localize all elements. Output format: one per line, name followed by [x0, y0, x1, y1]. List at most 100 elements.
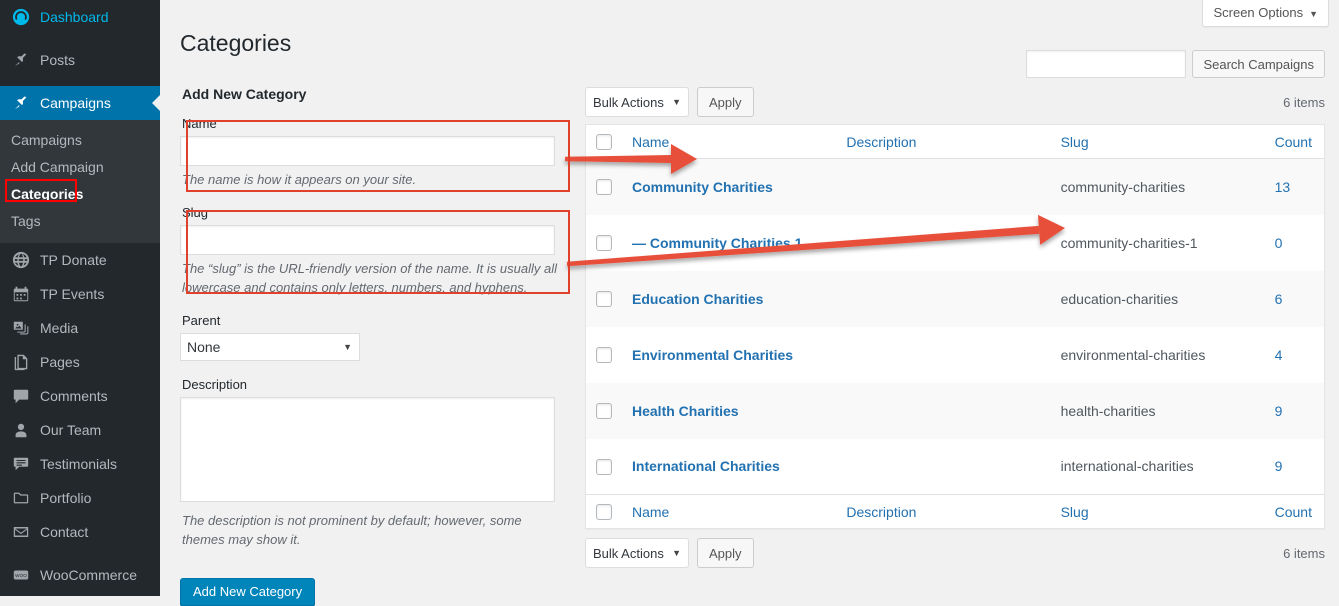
category-count-link[interactable]: 13	[1275, 179, 1291, 195]
category-name-link[interactable]: Environmental Charities	[632, 347, 793, 363]
row-checkbox[interactable]	[596, 459, 612, 475]
row-count-cell: 9	[1265, 439, 1325, 495]
search-input[interactable]	[1026, 50, 1186, 78]
admin-sidebar: DashboardPostsCampaignsCampaignsAdd Camp…	[0, 0, 160, 596]
sidebar-item-media[interactable]: Media	[0, 311, 160, 345]
row-slug-cell: health-charities	[1051, 383, 1265, 439]
category-count-link[interactable]: 9	[1275, 403, 1283, 419]
row-slug-cell: community-charities	[1051, 159, 1265, 215]
sidebar-item-label: WooCommerce	[40, 568, 137, 582]
sidebar-item-our-team[interactable]: Our Team	[0, 413, 160, 447]
category-count-link[interactable]: 9	[1275, 458, 1283, 474]
apply-button-bottom[interactable]: Apply	[697, 538, 754, 568]
row-slug-cell: environmental-charities	[1051, 327, 1265, 383]
row-slug-cell: community-charities-1	[1051, 215, 1265, 271]
search-submit-button[interactable]: Search Campaigns	[1192, 50, 1325, 78]
column-header-count-bottom[interactable]: Count	[1265, 495, 1325, 529]
sidebar-submenu-campaigns: CampaignsAdd Campaign Categories Tags	[0, 120, 160, 243]
pin-icon	[11, 93, 31, 113]
category-count-link[interactable]: 6	[1275, 291, 1283, 307]
table-row: Health Charities health-charities 9	[586, 383, 1325, 439]
sidebar-item-label: Pages	[40, 355, 80, 369]
sidebar-item-label: Posts	[40, 53, 75, 67]
sidebar-item-posts[interactable]: Posts	[0, 43, 160, 77]
sidebar-item-tp-events[interactable]: TP Events	[0, 277, 160, 311]
row-checkbox[interactable]	[596, 179, 612, 195]
calendar-icon	[11, 284, 31, 304]
table-row: Environmental Charities environmental-cha…	[586, 327, 1325, 383]
row-checkbox[interactable]	[596, 291, 612, 307]
row-select-cell	[586, 439, 623, 495]
category-count-link[interactable]: 4	[1275, 347, 1283, 363]
sidebar-subitem-label: Categories	[11, 186, 83, 202]
column-header-name-bottom[interactable]: Name	[622, 495, 836, 529]
column-header-description-top[interactable]: Description	[836, 125, 1050, 159]
category-name-link[interactable]: International Charities	[632, 458, 780, 474]
sidebar-subitem-add-campaign[interactable]: Add Campaign	[0, 154, 160, 181]
row-select-cell	[586, 327, 623, 383]
parent-select[interactable]: None	[180, 333, 360, 361]
table-row: International Charitiesinternational-cha…	[586, 439, 1325, 495]
category-name-link[interactable]: Health Charities	[632, 403, 739, 419]
sidebar-separator	[0, 77, 160, 86]
page-title: Categories	[180, 29, 291, 58]
description-help-text: The description is not prominent by defa…	[182, 511, 560, 549]
category-name-link[interactable]: Education Charities	[632, 291, 763, 307]
category-name-link[interactable]: — Community Charities 1	[632, 235, 802, 251]
sidebar-subitem-campaigns[interactable]: Campaigns	[0, 127, 160, 154]
sidebar-item-portfolio[interactable]: Portfolio	[0, 481, 160, 515]
sidebar-item-testimonials[interactable]: Testimonials	[0, 447, 160, 481]
column-header-name-top[interactable]: Name	[622, 125, 836, 159]
select-all-checkbox-top[interactable]	[596, 134, 612, 150]
sidebar-item-label: Comments	[40, 389, 108, 403]
tablenav-top: Bulk Actions ▼ Apply 6 items	[585, 86, 1325, 118]
main-content-area: Screen Options▼ Categories Search Campai…	[160, 0, 1339, 596]
svg-text:WOO: WOO	[15, 573, 27, 578]
column-header-slug-top[interactable]: Slug	[1051, 125, 1265, 159]
row-description-cell	[836, 327, 1050, 383]
tablenav-bottom: Bulk Actions ▼ Apply 6 items	[585, 537, 1325, 569]
bulk-actions-select-bottom[interactable]: Bulk Actions	[585, 538, 689, 568]
form-heading: Add New Category	[182, 86, 570, 102]
portfolio-icon	[11, 488, 31, 508]
column-header-slug-bottom[interactable]: Slug	[1051, 495, 1265, 529]
row-count-cell: 6	[1265, 271, 1325, 327]
row-checkbox[interactable]	[596, 347, 612, 363]
envelope-icon	[11, 522, 31, 542]
sidebar-item-pages[interactable]: Pages	[0, 345, 160, 379]
column-header-count-top[interactable]: Count	[1265, 125, 1325, 159]
row-description-cell	[836, 271, 1050, 327]
row-select-cell	[586, 215, 623, 271]
row-checkbox[interactable]	[596, 235, 612, 251]
sidebar-subitem-categories[interactable]: Categories	[0, 181, 160, 208]
sidebar-subitem-tags[interactable]: Tags	[0, 208, 160, 235]
sidebar-item-tp-donate[interactable]: TP Donate	[0, 243, 160, 277]
column-header-description-bottom[interactable]: Description	[836, 495, 1050, 529]
sidebar-separator	[0, 34, 160, 43]
category-name-link[interactable]: Community Charities	[632, 179, 773, 195]
select-all-header	[586, 125, 623, 159]
row-description-cell	[836, 215, 1050, 271]
table-foot: Name Description Slug Count	[586, 495, 1325, 529]
row-name-cell: Health Charities	[622, 383, 836, 439]
testimonial-icon	[11, 454, 31, 474]
sidebar-item-dashboard[interactable]: Dashboard	[0, 0, 160, 34]
add-new-category-button[interactable]: Add New Category	[180, 578, 315, 606]
sidebar-item-woocommerce[interactable]: WOO WooCommerce	[0, 558, 160, 592]
screen-options-button[interactable]: Screen Options▼	[1202, 0, 1329, 27]
select-all-checkbox-bottom[interactable]	[596, 504, 612, 520]
items-count-bottom: 6 items	[1283, 546, 1325, 561]
categories-table: Name Description Slug Count Community Ch…	[585, 124, 1325, 529]
category-count-link[interactable]: 0	[1275, 235, 1283, 251]
sidebar-item-label: TP Donate	[40, 253, 107, 267]
sidebar-item-contact[interactable]: Contact	[0, 515, 160, 549]
parent-label: Parent	[182, 313, 570, 329]
row-count-cell: 4	[1265, 327, 1325, 383]
description-textarea[interactable]	[180, 397, 555, 502]
apply-button-top[interactable]: Apply	[697, 87, 754, 117]
table-row: — Community Charities 1 community-chariti…	[586, 215, 1325, 271]
bulk-actions-select-top[interactable]: Bulk Actions	[585, 87, 689, 117]
sidebar-item-campaigns[interactable]: Campaigns	[0, 86, 160, 120]
row-checkbox[interactable]	[596, 403, 612, 419]
sidebar-item-comments[interactable]: Comments	[0, 379, 160, 413]
